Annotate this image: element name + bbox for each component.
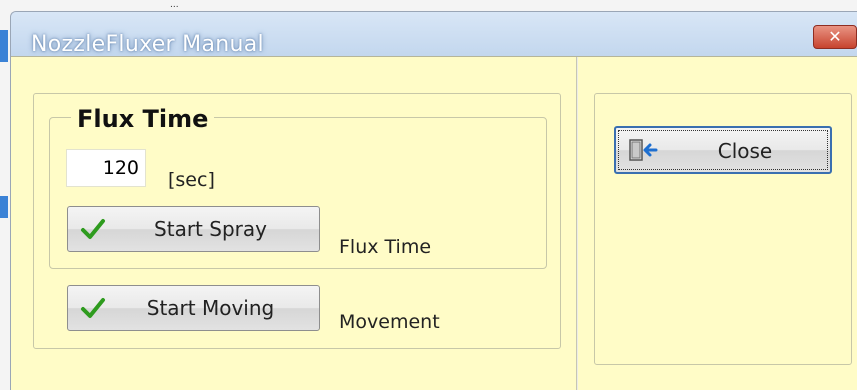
background-partial-text: ... [170, 0, 179, 10]
dialog-window: NozzleFluxer Manual ✕ Flux Time [sec] St… [10, 11, 857, 390]
check-icon [81, 219, 105, 239]
close-button[interactable]: Close [614, 126, 832, 174]
window-title: NozzleFluxer Manual [31, 32, 264, 57]
window-close-button[interactable]: ✕ [813, 25, 857, 49]
exit-door-icon [629, 139, 658, 161]
flux-time-input[interactable] [66, 149, 146, 187]
flux-time-group-title: Flux Time [71, 105, 215, 133]
start-spray-caption: Flux Time [339, 236, 432, 258]
time-unit-label: [sec] [168, 169, 215, 191]
start-spray-label: Start Spray [154, 217, 267, 241]
vertical-divider [576, 57, 578, 390]
dialog-client-area: Flux Time [sec] Start Spray Flux Time St… [11, 56, 857, 390]
title-bar[interactable]: NozzleFluxer Manual ✕ [11, 12, 857, 57]
start-moving-label: Start Moving [146, 296, 275, 320]
close-icon: ✕ [828, 27, 842, 46]
start-spray-button[interactable]: Start Spray [67, 206, 320, 252]
background-edge-marker [0, 30, 8, 62]
background-edge-marker [0, 196, 8, 218]
start-moving-caption: Movement [339, 311, 440, 333]
close-label: Close [717, 139, 773, 163]
start-moving-button[interactable]: Start Moving [67, 285, 320, 331]
check-icon [81, 298, 105, 318]
